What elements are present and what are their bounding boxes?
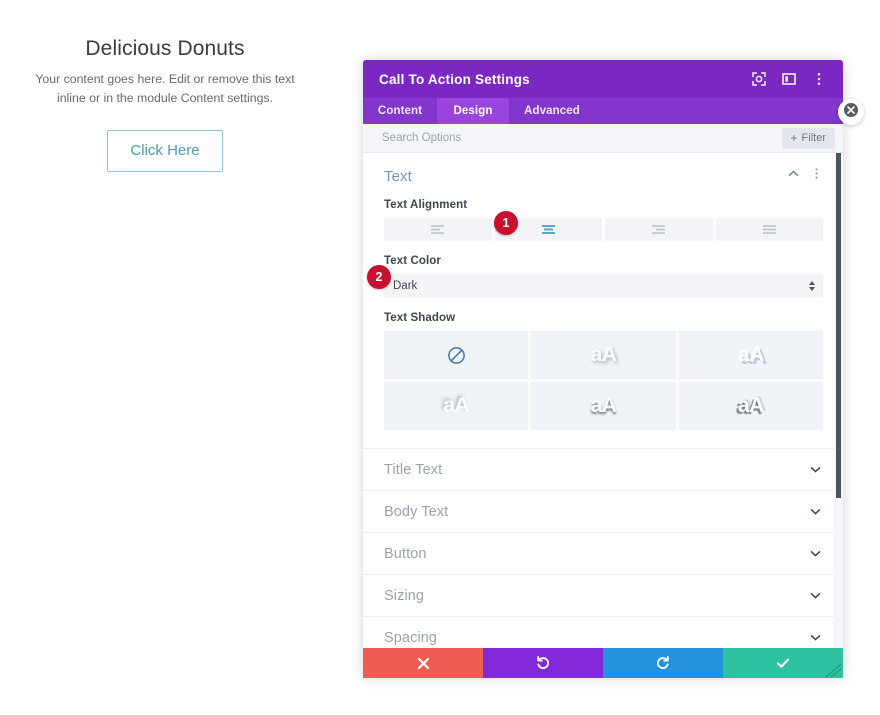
undo-icon (535, 655, 551, 671)
chevron-up-icon[interactable] (787, 167, 800, 185)
redo-button[interactable] (603, 648, 723, 678)
section-text: Text Text Alignment Text Color Dark Text… (363, 153, 843, 440)
panel-layout-icon[interactable] (781, 71, 797, 87)
field-text-shadow-label: Text Shadow (384, 312, 456, 324)
section-row-sizing[interactable]: Sizing (363, 574, 843, 616)
more-vertical-icon[interactable] (811, 71, 827, 87)
tab-design[interactable]: Design (437, 98, 509, 124)
cta-body-text: Your content goes here. Edit or remove t… (35, 72, 295, 105)
section-row-spacing[interactable]: Spacing (363, 616, 843, 648)
filter-button[interactable]: + Filter (781, 127, 835, 149)
module-settings-modal: Call To Action Settings Content Design A… (363, 60, 843, 678)
field-text-color: Text Color Dark (384, 255, 823, 298)
section-row-button[interactable]: Button (363, 532, 843, 574)
text-shadow-drop-down-button[interactable]: aA (531, 382, 676, 430)
section-label: Title Text (384, 461, 443, 478)
modal-footer-actions (363, 648, 843, 678)
text-shadow-hard-offset-button[interactable]: aA (678, 331, 823, 379)
screenshot-root: Delicious Donuts Your content goes here.… (0, 0, 880, 715)
text-shadow-top-left-button[interactable]: aA (384, 382, 529, 430)
cta-button-wrap: Click Here (0, 130, 330, 172)
section-text-title: Text (384, 167, 412, 185)
check-icon (775, 655, 791, 671)
section-text-tools (787, 167, 823, 185)
chevron-down-icon (809, 505, 822, 518)
cta-title: Delicious Donuts (85, 37, 245, 60)
text-shadow-double-button[interactable]: aA (678, 382, 823, 430)
undo-button[interactable] (483, 648, 603, 678)
tab-content[interactable]: Content (363, 98, 437, 124)
module-close-badge[interactable] (838, 99, 864, 125)
chevron-down-icon (809, 631, 822, 644)
callout-badge-2: 2 (367, 265, 391, 289)
text-shadow-grid: aA aA aA aA aA (384, 331, 823, 430)
section-label: Spacing (384, 629, 438, 646)
shadow-sample-glyph: aA (737, 343, 764, 366)
close-x-icon (416, 656, 431, 671)
scrollbar-track[interactable] (834, 153, 843, 648)
text-color-select-wrap: Dark (384, 274, 823, 298)
shadow-sample-glyph: aA (443, 394, 470, 417)
text-alignment-button-group (384, 218, 823, 241)
settings-scroll-body[interactable]: Text Text Alignment Text Color Dark Text… (363, 153, 843, 648)
settings-content: Text Text Alignment Text Color Dark Text… (363, 153, 843, 648)
modal-title: Call To Action Settings (379, 71, 530, 87)
focus-target-icon[interactable] (751, 71, 767, 87)
no-shadow-icon (447, 346, 466, 365)
modal-tabs: Content Design Advanced (363, 98, 843, 124)
field-text-shadow: Text Shadow aA aA aA aA aA (384, 312, 823, 430)
scrollbar-thumb[interactable] (836, 153, 841, 498)
field-text-alignment: Text Alignment (384, 199, 823, 241)
text-color-value: Dark (393, 280, 418, 292)
plus-icon: + (790, 130, 798, 145)
field-text-color-label: Text Color (384, 255, 442, 267)
select-updown-icon (809, 281, 815, 291)
text-shadow-none-button[interactable] (384, 331, 529, 379)
align-justify-button[interactable] (715, 218, 823, 241)
search-input[interactable] (382, 132, 782, 144)
filter-label: Filter (801, 131, 826, 144)
field-text-alignment-label: Text Alignment (384, 199, 468, 211)
more-vertical-icon[interactable] (810, 167, 823, 185)
tab-advanced[interactable]: Advanced (509, 98, 595, 124)
modal-header: Call To Action Settings (363, 60, 843, 98)
section-label: Button (384, 545, 427, 562)
resize-grip-icon[interactable] (825, 663, 842, 678)
redo-icon (655, 655, 671, 671)
section-label: Body Text (384, 503, 449, 520)
section-text-header[interactable]: Text (384, 167, 823, 185)
cta-module-preview: Delicious Donuts Your content goes here.… (0, 34, 330, 172)
callout-badge-1: 1 (494, 211, 518, 235)
modal-header-icons (751, 71, 827, 87)
shadow-sample-glyph: aA (737, 394, 764, 417)
align-left-button[interactable] (384, 218, 492, 241)
chevron-down-icon (809, 547, 822, 560)
section-row-body-text[interactable]: Body Text (363, 490, 843, 532)
search-options-row: + Filter (363, 124, 843, 153)
section-label: Sizing (384, 587, 425, 604)
shadow-sample-glyph: aA (590, 394, 617, 417)
text-shadow-bottom-right-button[interactable]: aA (531, 331, 676, 379)
close-circle-icon (843, 102, 859, 123)
save-button[interactable] (723, 648, 843, 678)
chevron-down-icon (809, 589, 822, 602)
cancel-button[interactable] (363, 648, 483, 678)
cta-click-here-button[interactable]: Click Here (107, 130, 223, 172)
align-right-button[interactable] (605, 218, 713, 241)
shadow-sample-glyph: aA (590, 343, 617, 366)
text-color-select[interactable]: Dark (384, 274, 823, 298)
section-row-title-text[interactable]: Title Text (363, 448, 843, 490)
chevron-down-icon (809, 463, 822, 476)
